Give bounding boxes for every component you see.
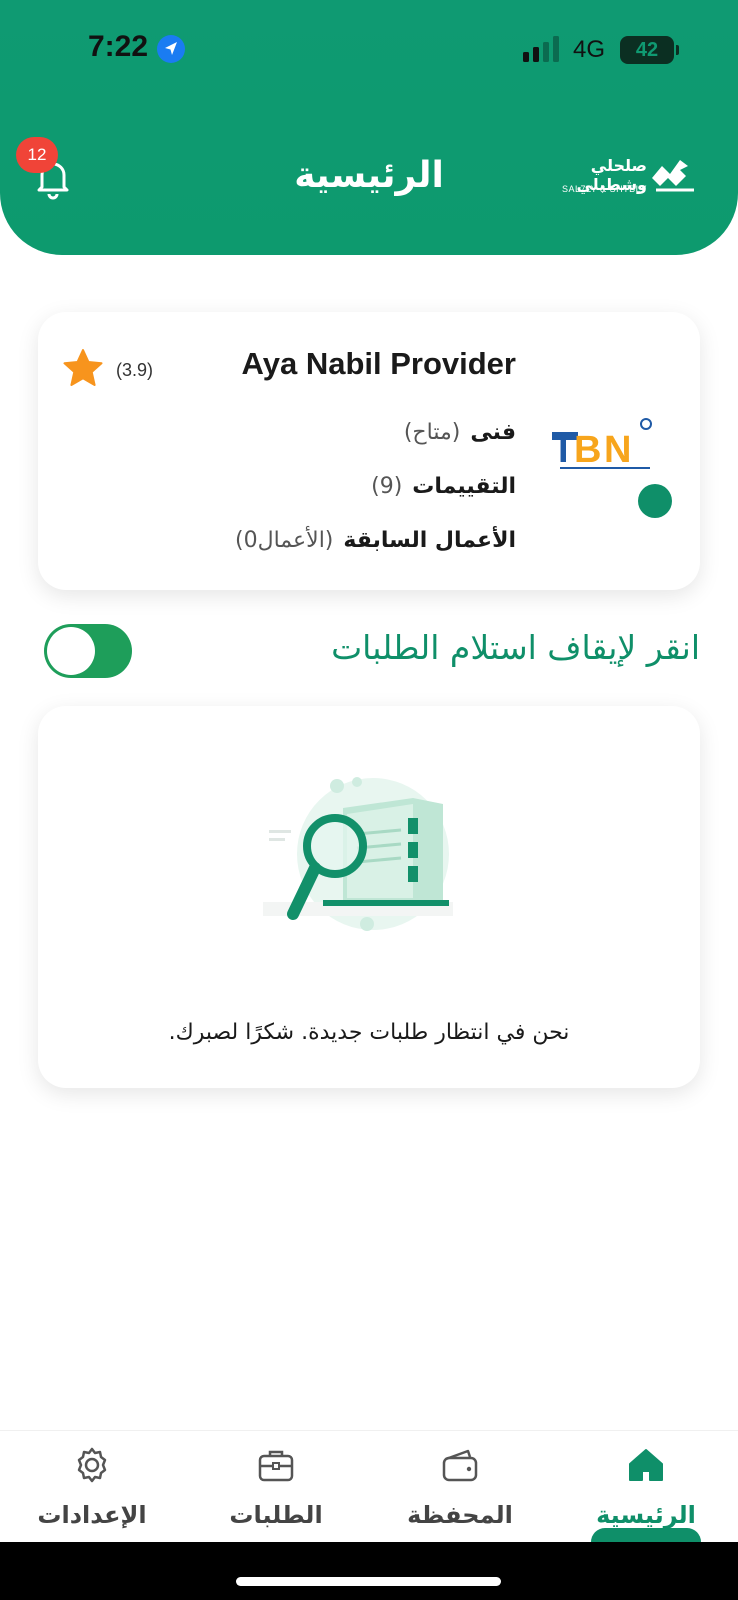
battery-indicator: 42 — [620, 36, 679, 64]
network-type: 4G — [573, 36, 606, 63]
status-time: 7:22 — [88, 30, 149, 63]
nav-label-orders: الطلبات — [229, 1501, 323, 1529]
reviews-row: التقييمات (9) — [371, 474, 516, 499]
empty-orders-card: نحن في انتظار طلبات جديدة. شكرًا لصبرك. — [38, 706, 700, 1088]
home-indicator[interactable] — [236, 1577, 501, 1586]
magnifier-document-illustration — [263, 777, 453, 931]
svg-text:N: N — [604, 429, 631, 471]
empty-state-message: نحن في انتظار طلبات جديدة. شكرًا لصبرك. — [168, 1020, 570, 1045]
nav-item-orders[interactable]: الطلبات — [196, 1431, 356, 1543]
nav-item-wallet[interactable]: المحفظة — [380, 1431, 540, 1543]
online-status-dot — [638, 484, 672, 518]
signal-icon — [523, 36, 559, 62]
nav-label-home: الرئيسية — [596, 1501, 696, 1529]
briefcase-icon — [258, 1450, 294, 1482]
home-icon — [629, 1449, 663, 1481]
previous-works-label: الأعمال السابقة — [343, 528, 516, 553]
active-tab-indicator — [591, 1528, 701, 1542]
rating-value: (3.9) — [116, 360, 154, 380]
system-home-bar — [0, 1542, 738, 1600]
availability-toggle[interactable] — [44, 624, 132, 678]
provider-profile-card: Aya Nabil Provider (3.9) فنى (متاح) التقي… — [38, 312, 700, 590]
availability-toggle-label: انقر لإيقاف استلام الطلبات — [331, 628, 700, 667]
svg-text:I: I — [558, 429, 569, 471]
wallet-icon — [442, 1449, 478, 1482]
star-icon — [63, 349, 103, 386]
location-arrow-icon — [157, 35, 185, 63]
gear-icon — [77, 1447, 107, 1483]
reviews-label: التقييمات — [412, 474, 516, 499]
provider-type-row: فنى (متاح) — [404, 420, 516, 445]
previous-works-value: (الأعمال0) — [235, 528, 334, 553]
nav-item-settings[interactable]: الإعدادات — [12, 1431, 172, 1543]
provider-type-label: فنى — [470, 420, 516, 445]
brand-name-en: SAL7LY & SHTBLY — [561, 184, 647, 194]
previous-works-row: الأعمال السابقة (الأعمال0) — [235, 528, 516, 553]
svg-text:B: B — [574, 429, 601, 471]
bottom-navigation: الإعدادات الطلبات المحفظة الرئيسية — [0, 1430, 738, 1542]
company-logo: I B N — [552, 418, 652, 471]
nav-item-home[interactable]: الرئيسية — [566, 1431, 726, 1543]
provider-name: Aya Nabil Provider — [241, 346, 516, 381]
provider-type-value: (متاح) — [403, 420, 461, 445]
reviews-value: (9) — [371, 474, 403, 499]
nav-label-wallet: المحفظة — [407, 1501, 513, 1529]
nav-label-settings: الإعدادات — [37, 1501, 147, 1529]
toggle-knob — [47, 627, 95, 675]
